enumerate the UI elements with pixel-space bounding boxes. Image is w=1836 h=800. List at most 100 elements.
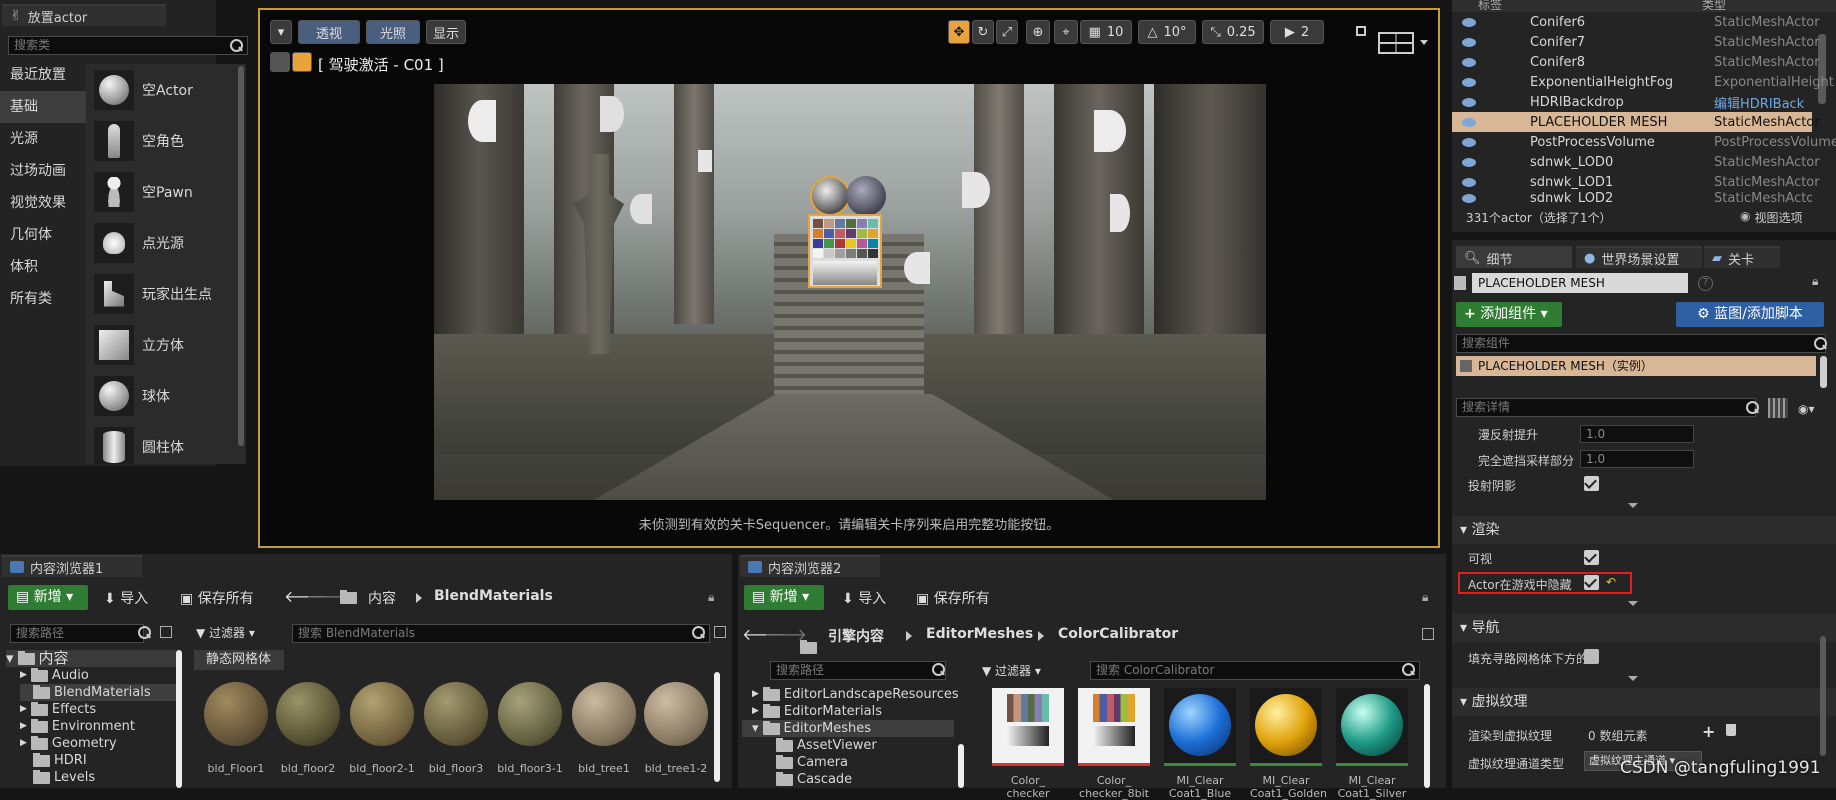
place-actor-tab[interactable]: ✌ 放置actor <box>2 4 166 26</box>
breadcrumb-colorcalibrator[interactable]: ColorCalibrator <box>1058 626 1178 642</box>
actor-item-cube[interactable]: 立方体 <box>94 319 234 370</box>
folder-levels[interactable]: Levels <box>20 769 95 786</box>
actor-item-empty-character[interactable]: 空角色 <box>94 115 234 166</box>
details-tab[interactable]: 🔍︎ 细节 <box>1456 246 1572 268</box>
content-browser-1-tab[interactable]: 内容浏览器1 <box>2 555 142 577</box>
outliner-row[interactable]: Conifer7 StaticMeshActor <box>1452 32 1820 52</box>
pilot-icon[interactable] <box>270 52 290 72</box>
layout-icon[interactable] <box>1378 32 1414 54</box>
folder-geometry[interactable]: ▶ Geometry <box>20 735 117 752</box>
asset-bld-tree1-2[interactable]: bld_tree1-2 <box>640 682 712 775</box>
folder-hdri[interactable]: HDRI <box>20 752 87 769</box>
save-all-button[interactable]: ▣ 保存所有 <box>180 588 254 608</box>
path-save-icon[interactable] <box>160 626 172 638</box>
visibility-eye-icon[interactable] <box>1462 97 1476 107</box>
filter-button[interactable]: ▼ 过滤器 ▾ <box>196 624 255 641</box>
expand-arrow-icon[interactable] <box>1628 503 1638 508</box>
instance-row[interactable]: PLACEHOLDER MESH（实例） <box>1456 356 1816 376</box>
folder-editormaterials[interactable]: ▶ EditorMaterials <box>752 703 882 720</box>
visibility-eye-icon[interactable] <box>1462 57 1476 67</box>
visibility-eye-icon[interactable] <box>1462 77 1476 87</box>
maximize-icon[interactable] <box>1356 26 1366 36</box>
expand-arrow-icon[interactable] <box>1628 601 1638 606</box>
breadcrumb-engine-content[interactable]: 引擎内容 <box>828 626 884 646</box>
folder-camera[interactable]: Camera <box>776 754 848 771</box>
visibility-eye-icon[interactable] <box>1462 17 1476 27</box>
outliner-row[interactable]: HDRIBackdrop 编辑HDRIBack <box>1452 92 1812 112</box>
actor-item-empty-actor[interactable]: 空Actor <box>94 64 234 115</box>
search-icon[interactable] <box>228 38 244 54</box>
category-visual-effects[interactable]: 视觉效果 <box>0 187 88 219</box>
grid-snap-button[interactable]: ▦ 10 <box>1080 20 1132 44</box>
actor-item-sphere[interactable]: 球体 <box>94 370 234 421</box>
scene-render[interactable] <box>434 84 1266 500</box>
asset-bld-floor3[interactable]: bld_floor3 <box>420 682 492 775</box>
breadcrumb-blendmaterials[interactable]: BlendMaterials <box>434 588 553 604</box>
camera-speed-button[interactable]: ▶ 2 <box>1270 20 1324 44</box>
expand-arrow-icon[interactable] <box>1628 676 1638 681</box>
reflection-capture-icon-4[interactable] <box>1094 110 1126 152</box>
help-icon[interactable]: ? <box>1698 276 1713 291</box>
folder-environment[interactable]: ▶ Environment <box>20 718 135 735</box>
search-path-input[interactable]: 搜索路径 <box>10 624 144 643</box>
add-new-button[interactable]: ▤ 新增 ▾ <box>744 585 824 610</box>
search-icon[interactable] <box>1400 662 1416 678</box>
outliner-row-selected[interactable]: PLACEHOLDER MESH StaticMeshActor <box>1452 112 1820 132</box>
navigation-section[interactable]: ▾ 导航 <box>1452 614 1836 642</box>
add-element-icon[interactable]: + <box>1702 722 1715 741</box>
view-options-button[interactable]: ◉ 视图选项 <box>1740 209 1803 226</box>
search-icon[interactable] <box>1744 400 1760 416</box>
reflection-capture-icon-5[interactable] <box>1110 194 1130 232</box>
folder-assetviewer[interactable]: AssetViewer <box>776 737 877 754</box>
reflection-capture-icon-7[interactable] <box>904 252 930 284</box>
asset-area-scrollbar[interactable] <box>714 672 720 782</box>
folder-editormeshes[interactable]: ▾ EditorMeshes <box>742 720 954 737</box>
visibility-eye-icon[interactable] <box>1462 177 1476 187</box>
lock-icon[interactable]: 🔒︎ <box>708 590 714 605</box>
visibility-eye-icon[interactable] <box>1462 157 1476 167</box>
search-components-input[interactable]: 搜索组件 <box>1456 334 1826 353</box>
property-matrix-icon[interactable] <box>1768 398 1788 418</box>
world-settings-tab[interactable]: ● 世界场景设置 <box>1576 246 1702 268</box>
search-details-input[interactable]: 搜索详情 <box>1456 398 1756 417</box>
category-basic[interactable]: 基础 <box>0 91 88 123</box>
folder-blendmaterials[interactable]: BlendMaterials <box>20 684 176 701</box>
save-all-button[interactable]: ▣ 保存所有 <box>916 588 990 608</box>
folder-effects[interactable]: ▶ Effects <box>20 701 96 718</box>
search-icon[interactable] <box>136 625 152 641</box>
lock-icon[interactable]: 🔒︎ <box>1422 590 1428 605</box>
actor-item-player-start[interactable]: 玩家出生点 <box>94 268 234 319</box>
visibility-eye-icon[interactable] <box>1462 117 1476 127</box>
show-button[interactable]: 显示 <box>426 20 466 44</box>
level-viewport[interactable]: ▾ 透视 光照 显示 [ 驾驶激活 - C01 ] ✥ ↻ ⤢ ⊕ ⌖ ▦ 10… <box>258 8 1440 548</box>
content-browser-2-tab[interactable]: 内容浏览器2 <box>740 555 880 577</box>
layout-dropdown-icon[interactable] <box>1420 40 1428 45</box>
fill-nav-checkbox[interactable] <box>1584 649 1599 664</box>
outliner-row[interactable]: sdnwk_LOD2 StaticMeshActor <box>1452 192 1812 204</box>
folder-tree-scrollbar[interactable] <box>176 650 182 788</box>
asset-bld-floor2[interactable]: bld_floor2 <box>272 682 344 775</box>
lock-icon[interactable]: 🔒︎ <box>1812 274 1818 289</box>
surface-snap-button[interactable]: ⌖ <box>1054 20 1078 44</box>
blueprint-button[interactable]: ⚙ 蓝图/添加脚本 <box>1676 302 1824 327</box>
breadcrumb-content[interactable]: 内容 <box>368 588 396 608</box>
import-button[interactable]: ⬇ 导入 <box>104 588 148 608</box>
asset-area-scrollbar[interactable] <box>1424 684 1430 788</box>
level-tab[interactable]: ▰ 关卡 <box>1704 246 1780 268</box>
reflection-capture-icon[interactable] <box>468 100 496 142</box>
rendering-section[interactable]: ▾ 渲染 <box>1452 516 1836 544</box>
translate-tool-button[interactable]: ✥ <box>948 20 970 44</box>
rotate-tool-button[interactable]: ↻ <box>972 20 994 44</box>
asset-bld-floor1[interactable]: bld_Floor1 <box>200 682 272 775</box>
visibility-eye-icon[interactable] <box>1462 37 1476 47</box>
folder-root[interactable]: ▾ 内容 <box>6 650 176 667</box>
details-scrollbar[interactable] <box>1820 636 1826 756</box>
search-icon[interactable] <box>690 625 706 641</box>
add-component-button[interactable]: + 添加组件 ▾ <box>1456 302 1562 327</box>
asset-mi-clearcoat-silver[interactable]: MI_Clear Coat1_Silver <box>1336 688 1408 800</box>
asset-mi-clearcoat-golden[interactable]: MI_Clear Coat1_Golden <box>1250 688 1327 800</box>
outliner-row[interactable]: PostProcessVolume PostProcessVolume <box>1452 132 1836 152</box>
components-scrollbar[interactable] <box>1820 356 1827 388</box>
actor-name-field[interactable]: PLACEHOLDER MESH <box>1472 273 1688 293</box>
search-classes-input[interactable]: 搜索类 <box>8 36 248 55</box>
